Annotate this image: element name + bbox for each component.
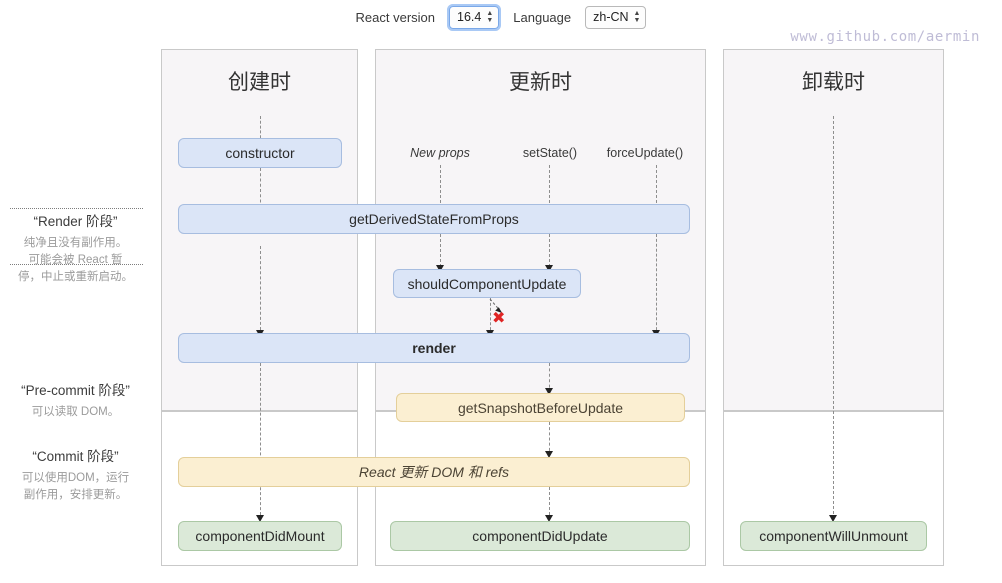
node-should-component-update[interactable]: shouldComponentUpdate [393,269,581,298]
phase-description: 纯净且没有副作用。 可能会被 React 暂 停，中止或重新启动。 [3,235,148,286]
phase-pre-commit: “Pre-commit 阶段” 可以读取 DOM。 [3,379,148,421]
phase-description: 可以读取 DOM。 [3,404,148,421]
phase-divider [10,208,143,209]
phase-commit: “Commit 阶段” 可以使用DOM，运行 副作用，安排更新。 [3,445,148,504]
lifecycle-diagram: “Render 阶段” 纯净且没有副作用。 可能会被 React 暂 停，中止或… [0,34,1002,583]
phase-render: “Render 阶段” 纯净且没有副作用。 可能会被 React 暂 停，中止或… [3,210,148,286]
phase-title: “Render 阶段” [33,214,118,229]
connector-line [656,234,657,335]
phase-title: “Commit 阶段” [32,449,119,464]
node-render[interactable]: render [178,333,690,363]
column-title-mount: 创建时 [228,71,291,94]
node-component-did-mount[interactable]: componentDidMount [178,521,342,551]
column-title-update: 更新时 [509,71,572,94]
column-title-unmount: 卸载时 [802,71,865,94]
node-get-derived-state-from-props[interactable]: getDerivedStateFromProps [178,204,690,234]
stepper-icon[interactable]: ▲ ▼ [634,10,641,24]
phase-desc-line: 纯净且没有副作用。 [23,237,128,249]
language-label: Language [513,9,572,25]
skip-update-x-icon: ✖ [492,308,506,327]
trigger-new-props: New props [410,146,470,160]
connector-line [833,116,834,519]
node-react-updates-dom-and-refs[interactable]: React 更新 DOM 和 refs [178,457,690,487]
react-version-value: 16.4 [457,9,482,24]
language-value: zh-CN [593,9,629,24]
react-version-label: React version [355,9,435,25]
language-select[interactable]: zh-CN ▲ ▼ [585,5,647,29]
node-get-snapshot-before-update[interactable]: getSnapshotBeforeUpdate [396,393,685,422]
phase-desc-line: 停，中止或重新启动。 [18,271,133,283]
trigger-force-update: forceUpdate() [606,146,684,160]
connector-line [260,246,261,335]
phase-title: “Pre-commit 阶段” [21,383,130,398]
phase-description: 可以使用DOM，运行 副作用，安排更新。 [3,470,148,504]
react-version-select[interactable]: 16.4 ▲ ▼ [446,3,502,31]
node-constructor[interactable]: constructor [178,138,342,168]
phase-desc-line: 可以读取 DOM。 [31,406,120,418]
node-component-will-unmount[interactable]: componentWillUnmount [740,521,927,551]
connector-line [260,363,261,520]
phase-desc-line: 可能会被 React 暂 [28,254,123,266]
phase-desc-line: 可以使用DOM，运行 [21,472,130,484]
phase-desc-line: 副作用，安排更新。 [23,489,128,501]
stepper-icon[interactable]: ▲ ▼ [486,10,493,24]
node-component-did-update[interactable]: componentDidUpdate [390,521,690,551]
